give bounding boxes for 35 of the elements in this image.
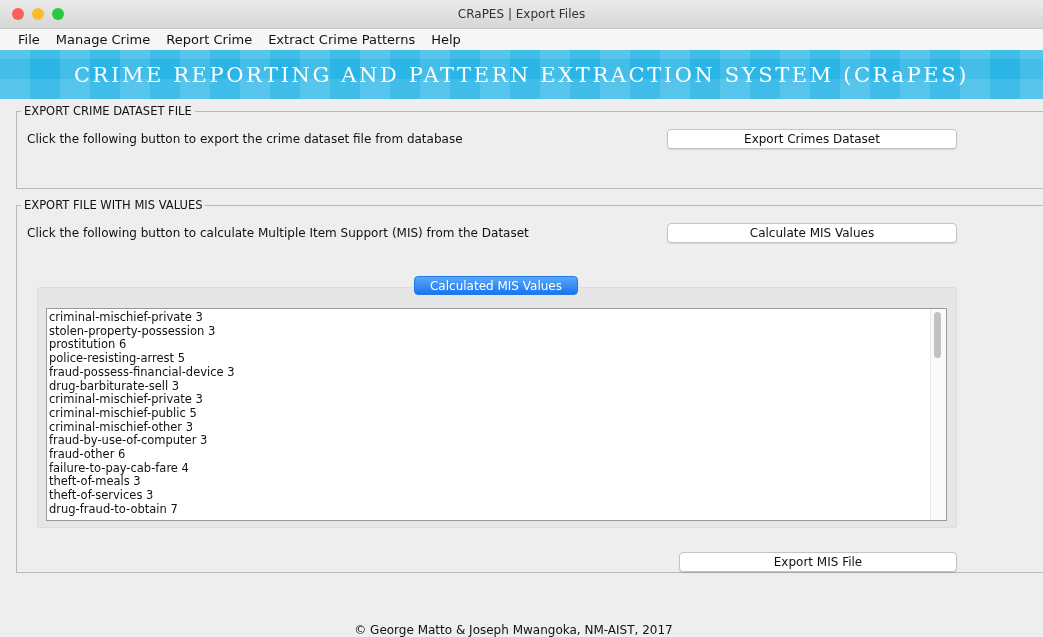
minimize-icon[interactable]: [32, 8, 44, 20]
result-line: stolen-property-possession 3: [49, 324, 217, 339]
result-line: criminal-mischief-private 3: [49, 393, 204, 407]
scrollbar[interactable]: [930, 309, 946, 520]
calculate-button[interactable]: Calculate MIS Values: [667, 223, 957, 243]
instruction-text: Click the following button to export the crime dataset file from database: [27, 132, 463, 146]
menu-item[interactable]: Manage Crime: [47, 32, 159, 47]
close-icon[interactable]: [12, 8, 24, 20]
maximize-icon[interactable]: [52, 8, 64, 20]
export-button[interactable]: Export Crimes Dataset: [667, 129, 957, 149]
result-line: police-resisting-arrest 5: [49, 352, 187, 366]
section-title: EXPORT FILE WITH MIS VALUES: [21, 198, 206, 212]
result-line: fraud-other 6: [49, 448, 127, 462]
result-line: criminal-mischief-private 3: [49, 311, 204, 325]
result-line: prostitution 6: [49, 338, 127, 352]
window-title: CRaPES | Export Files: [457, 7, 586, 21]
menu-item[interactable]: Report Crime: [158, 32, 261, 47]
result-line: criminal-mischief-public 5: [49, 406, 198, 421]
result-line: fraud-by-use-of-computer 3: [49, 434, 209, 448]
copyright-text: © George Matto & Joseph Mwangoka, NM-AIST, 2017: [354, 623, 673, 637]
banner-title: CRIME REPORTING AND PATTERN EXTRACTION SYSTEM (CRaPES): [73, 62, 970, 87]
instruction-text: Click the following button to calculate Multiple Item Support (MIS) from the Dataset: [27, 226, 529, 240]
result-line: failure-to-pay-cab-fare 4: [49, 461, 190, 476]
scroll-thumb[interactable]: [934, 312, 941, 358]
result-line: criminal-mischief-other 3: [49, 420, 194, 434]
menu-item[interactable]: Extract Crime Patterns: [260, 32, 424, 47]
result-line: theft-of-meals 3: [49, 475, 141, 489]
menu-item[interactable]: File: [10, 32, 48, 47]
section-title: EXPORT CRIME DATASET FILE: [21, 104, 195, 118]
result-line: fraud-possess-financial-device 3: [49, 365, 236, 380]
export-button[interactable]: Export MIS File: [679, 552, 957, 572]
result-line: drug-fraud-to-obtain 7: [49, 502, 179, 517]
result-line: drug-barbiturate-sell 3: [49, 379, 180, 393]
result-line: theft-of-services 3: [49, 489, 155, 503]
menu-item[interactable]: Help: [423, 32, 469, 47]
